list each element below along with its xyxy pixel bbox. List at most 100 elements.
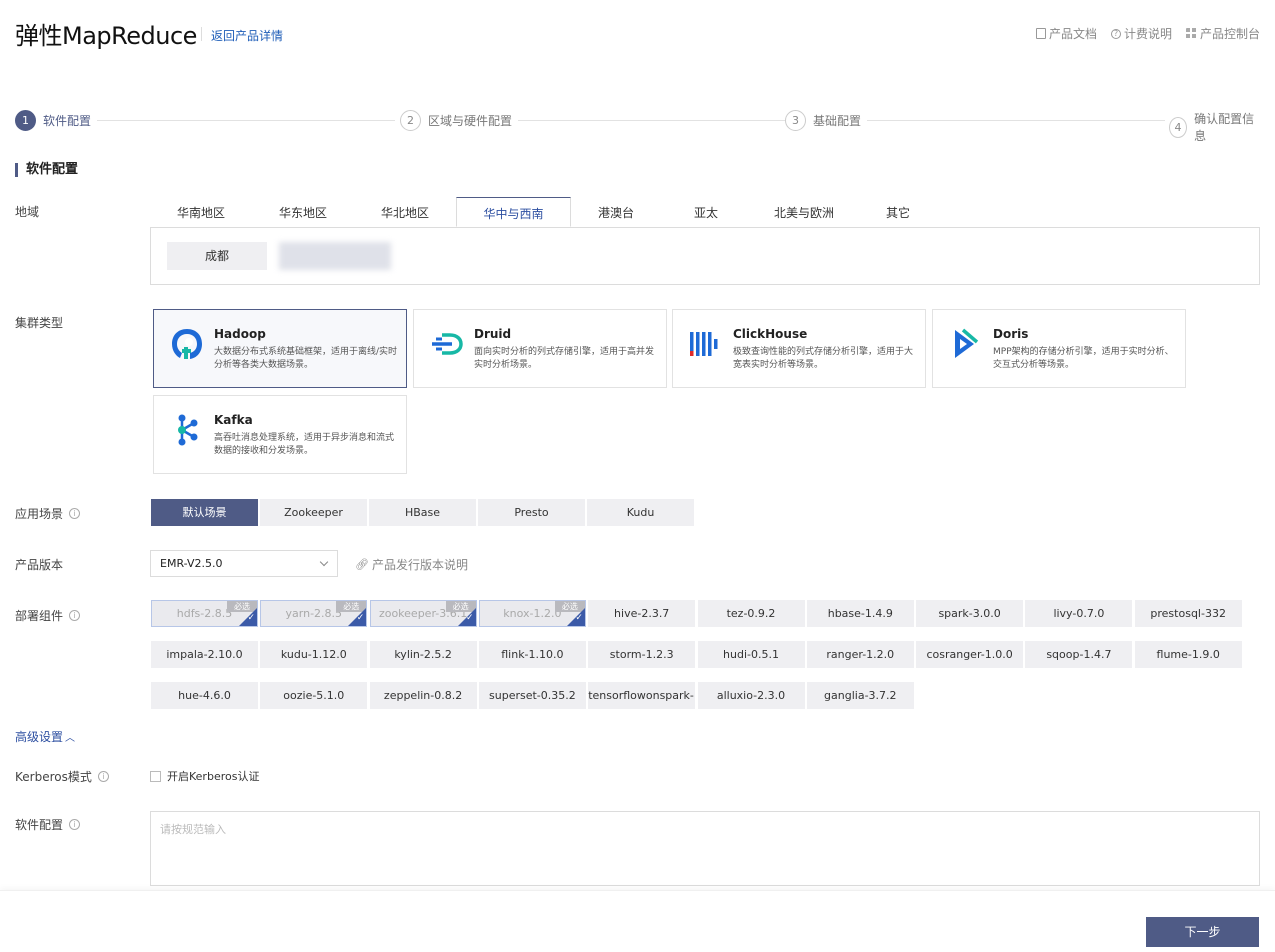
cluster-card-kafka[interactable]: Kafka 高吞吐消息处理系统，适用于异步消息和流式数据的接收和分发场景。 xyxy=(153,395,407,474)
scenario-options: 默认场景 Zookeeper HBase Presto Kudu xyxy=(151,499,694,526)
component-livy-0-7-0[interactable]: livy-0.7.0 xyxy=(1025,600,1133,627)
component-storm-1-2-3[interactable]: storm-1.2.3 xyxy=(588,641,696,668)
version-select[interactable]: EMR-V2.5.0 xyxy=(150,550,338,577)
tab-central-southwest[interactable]: 华中与西南 xyxy=(456,197,571,227)
cluster-card-name: Hadoop xyxy=(214,327,266,341)
component-prestosql-332[interactable]: prestosql-332 xyxy=(1134,600,1242,627)
component-label: hbase-1.4.9 xyxy=(827,607,893,620)
component-kudu-1-12-0[interactable]: kudu-1.12.0 xyxy=(260,641,368,668)
step-label: 基础配置 xyxy=(813,114,862,128)
component-knox-1-2-0[interactable]: knox-1.2.0 必选 ✓ xyxy=(478,600,586,627)
component-spark-3-0-0[interactable]: spark-3.0.0 xyxy=(916,600,1024,627)
component-cosranger-1-0-0[interactable]: cosranger-1.0.0 xyxy=(916,641,1024,668)
kerberos-option: 开启Kerberos认证 xyxy=(150,768,259,784)
cluster-card-druid[interactable]: Druid 面向实时分析的列式存储引擎，适用于高并发实时分析场景。 xyxy=(413,309,667,388)
cluster-card-doris[interactable]: Doris MPP架构的存储分析引擎，适用于实时分析、交互式分析等场景。 xyxy=(932,309,1186,388)
component-hue-4-6-0[interactable]: hue-4.6.0 xyxy=(151,682,258,709)
component-hbase-1-4-9[interactable]: hbase-1.4.9 xyxy=(806,600,914,627)
info-icon[interactable]: i xyxy=(97,771,109,782)
step-label: 确认配置信息 xyxy=(1194,112,1255,143)
component-hive-2-3-7[interactable]: hive-2.3.7 xyxy=(588,600,696,627)
kerberos-checkbox[interactable] xyxy=(150,770,161,782)
tab-na-europe[interactable]: 北美与欧洲 xyxy=(751,197,857,227)
doc-icon xyxy=(1035,28,1046,39)
step-region-hardware: 2 区域与硬件配置 xyxy=(400,110,519,131)
component-label: spark-3.0.0 xyxy=(938,607,1001,620)
chevron-up-icon: ︿ xyxy=(65,733,76,744)
cluster-card-desc: 面向实时分析的列式存储引擎，适用于高并发实时分析场景。 xyxy=(474,347,655,370)
scenario-zookeeper[interactable]: Zookeeper xyxy=(260,499,367,526)
scenario-hbase[interactable]: HBase xyxy=(369,499,476,526)
tab-east-china[interactable]: 华东地区 xyxy=(252,197,354,227)
kerberos-label-text: Kerberos模式 xyxy=(15,770,92,784)
release-notes-link[interactable]: 🔗︎ 产品发行版本说明 xyxy=(355,556,468,573)
component-label: alluxio-2.3.0 xyxy=(716,689,786,702)
kerberos-checkbox-label: 开启Kerberos认证 xyxy=(167,770,260,783)
step-label: 软件配置 xyxy=(43,114,92,128)
scenario-presto[interactable]: Presto xyxy=(478,499,585,526)
component-sqoop-1-4-7[interactable]: sqoop-1.4.7 xyxy=(1025,641,1133,668)
component-hudi-0-5-1[interactable]: hudi-0.5.1 xyxy=(697,641,805,668)
component-label: tensorflowonspark-1.4.4 xyxy=(588,689,695,702)
city-chengdu-button[interactable]: 成都 xyxy=(167,242,267,270)
components-label: 部署组件 i xyxy=(15,607,81,624)
billing-link[interactable]: ? 计费说明 xyxy=(1110,25,1172,42)
cluster-card-clickhouse[interactable]: ClickHouse 极致查询性能的列式存储分析引擎，适用于大宽表实时分析等场景… xyxy=(672,309,926,388)
info-icon[interactable]: i xyxy=(69,508,81,519)
region-city-panel: 成都 xyxy=(150,227,1260,285)
back-to-product-link[interactable]: 返回产品详情 xyxy=(211,27,283,44)
component-label: storm-1.2.3 xyxy=(609,648,674,661)
billing-label: 计费说明 xyxy=(1123,27,1172,41)
region-tabs: 华南地区 华东地区 华北地区 华中与西南 港澳台 亚太 北美与欧洲 其它 xyxy=(150,197,939,227)
component-tensorflowonspark-1-4-4[interactable]: tensorflowonspark-1.4.4 xyxy=(588,682,696,709)
component-ganglia-3-7-2[interactable]: ganglia-3.7.2 xyxy=(806,682,914,709)
component-ranger-1-2-0[interactable]: ranger-1.2.0 xyxy=(806,641,914,668)
software-config-textarea[interactable] xyxy=(150,811,1260,886)
tab-north-china[interactable]: 华北地区 xyxy=(354,197,456,227)
component-oozie-5-1-0[interactable]: oozie-5.1.0 xyxy=(260,682,368,709)
step-number: 1 xyxy=(15,110,36,131)
clickhouse-icon xyxy=(690,332,718,356)
section-title: 软件配置 xyxy=(15,163,78,177)
kerberos-label: Kerberos模式 i xyxy=(15,768,109,785)
component-impala-2-10-0[interactable]: impala-2.10.0 xyxy=(151,641,258,668)
component-superset-0-35-2[interactable]: superset-0.35.2 xyxy=(478,682,586,709)
component-zookeeper-3-6-1[interactable]: zookeeper-3.6.1 必选 ✓ xyxy=(369,600,477,627)
region-label: 地域 xyxy=(15,203,39,220)
tab-asia-pacific[interactable]: 亚太 xyxy=(661,197,751,227)
redacted-city-button[interactable] xyxy=(279,242,391,270)
tab-other[interactable]: 其它 xyxy=(857,197,939,227)
console-link[interactable]: 产品控制台 xyxy=(1185,25,1260,42)
component-flink-1-10-0[interactable]: flink-1.10.0 xyxy=(478,641,586,668)
components-label-text: 部署组件 xyxy=(15,609,64,623)
tab-south-china[interactable]: 华南地区 xyxy=(150,197,252,227)
cluster-card-name: ClickHouse xyxy=(733,327,808,341)
component-zeppelin-0-8-2[interactable]: zeppelin-0.8.2 xyxy=(369,682,477,709)
tab-hk-macau-taiwan[interactable]: 港澳台 xyxy=(571,197,661,227)
advanced-settings-toggle[interactable]: 高级设置 ︿ xyxy=(15,728,75,745)
component-label: tez-0.9.2 xyxy=(726,607,776,620)
component-label: flink-1.10.0 xyxy=(501,648,564,661)
software-config-label-text: 软件配置 xyxy=(15,818,64,832)
info-icon[interactable]: i xyxy=(69,610,81,621)
component-flume-1-9-0[interactable]: flume-1.9.0 xyxy=(1134,641,1242,668)
advanced-settings-label: 高级设置 xyxy=(15,730,64,744)
scenario-default[interactable]: 默认场景 xyxy=(151,499,258,526)
next-step-button[interactable]: 下一步 xyxy=(1146,917,1259,947)
component-alluxio-2-3-0[interactable]: alluxio-2.3.0 xyxy=(697,682,805,709)
hadoop-icon xyxy=(172,329,202,359)
cluster-card-hadoop[interactable]: Hadoop 大数据分布式系统基础框架，适用于离线/实时分析等各类大数据场景。 xyxy=(153,309,407,388)
component-tez-0-9-2[interactable]: tez-0.9.2 xyxy=(697,600,805,627)
component-hdfs-2-8-5[interactable]: hdfs-2.8.5 必选 ✓ xyxy=(151,600,258,627)
component-kylin-2-5-2[interactable]: kylin-2.5.2 xyxy=(369,641,477,668)
step-basic-config: 3 基础配置 xyxy=(785,110,868,131)
scenario-kudu[interactable]: Kudu xyxy=(587,499,694,526)
cluster-card-desc: 极致查询性能的列式存储分析引擎，适用于大宽表实时分析等场景。 xyxy=(733,347,914,370)
info-icon[interactable]: i xyxy=(69,819,81,830)
cluster-card-desc: 大数据分布式系统基础框架，适用于离线/实时分析等各类大数据场景。 xyxy=(214,347,398,370)
component-label: zeppelin-0.8.2 xyxy=(383,689,463,702)
step-number: 3 xyxy=(785,110,806,131)
component-yarn-2-8-5[interactable]: yarn-2.8.5 必选 ✓ xyxy=(260,600,368,627)
product-docs-link[interactable]: 产品文档 xyxy=(1035,25,1097,42)
component-label: ganglia-3.7.2 xyxy=(824,689,897,702)
